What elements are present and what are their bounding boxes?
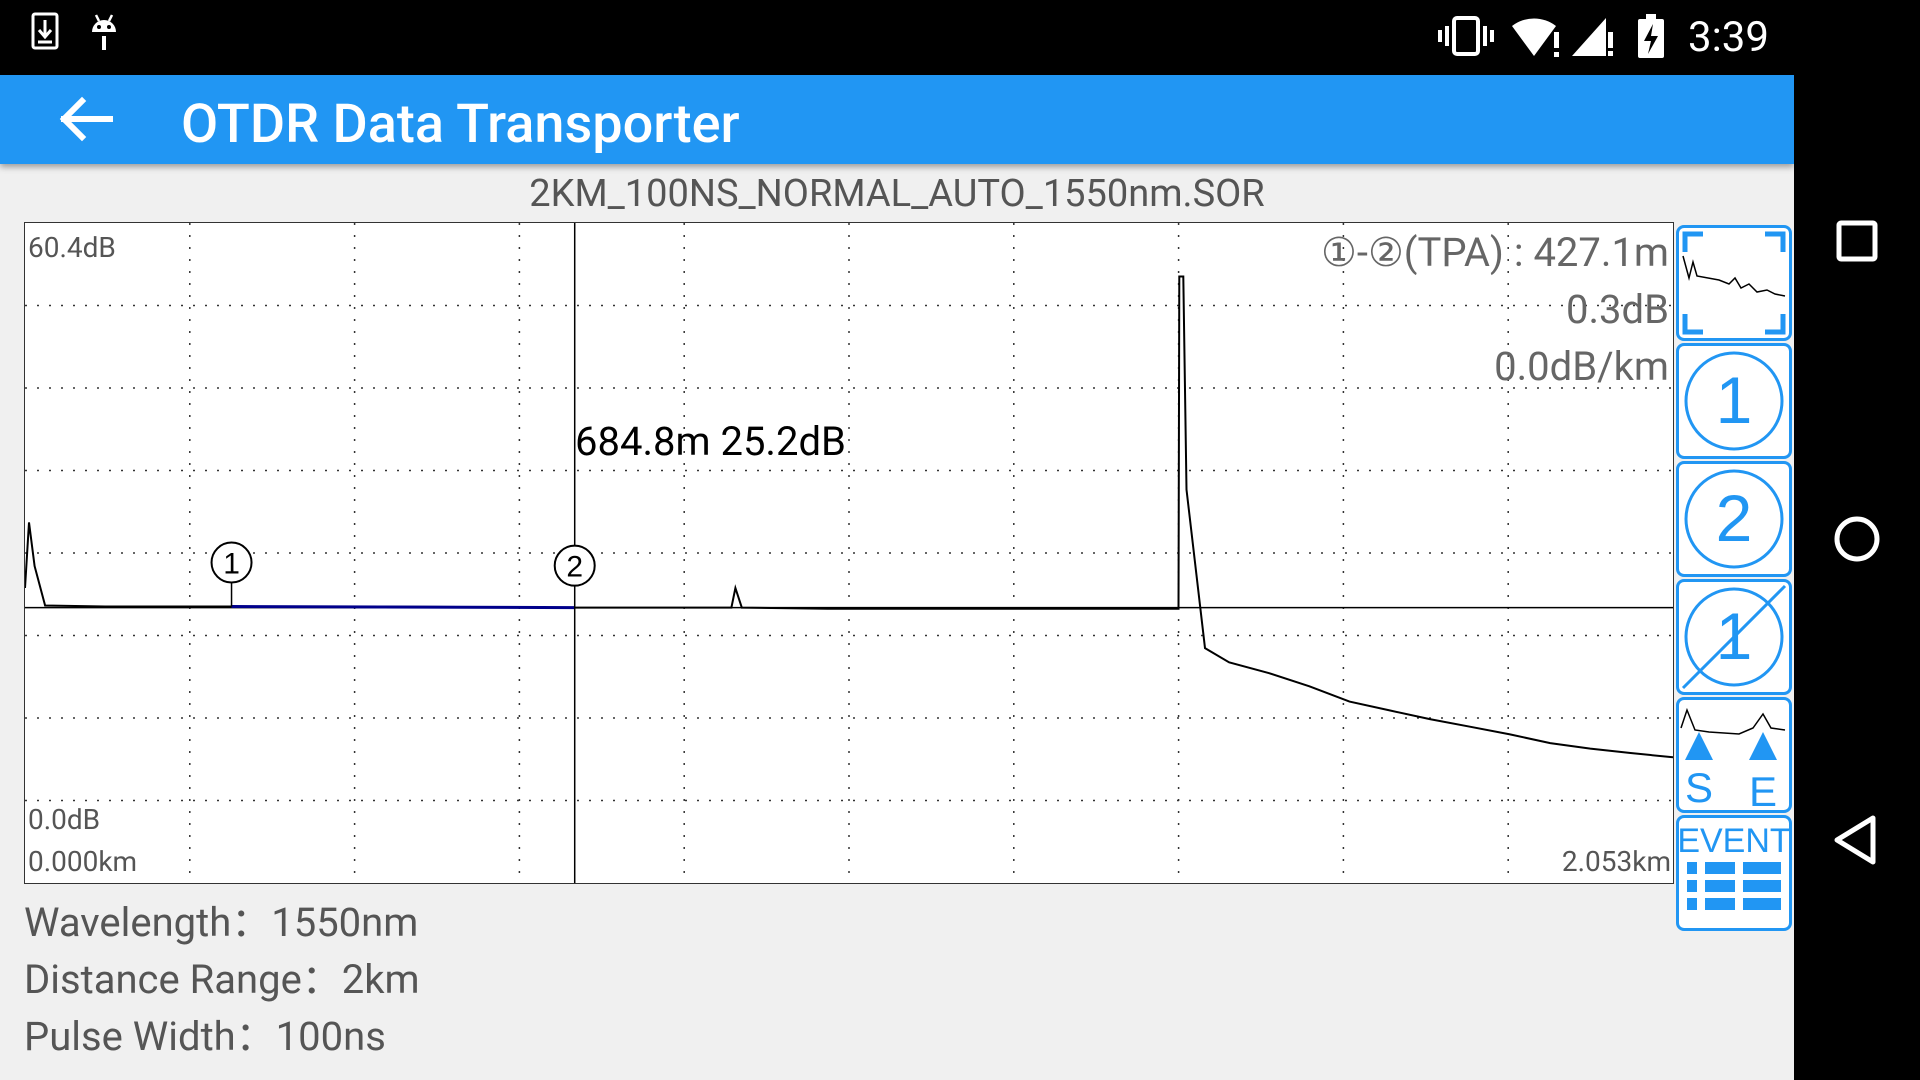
- vibrate-icon: [1438, 16, 1494, 60]
- marker-1-button[interactable]: 1: [1676, 343, 1792, 459]
- marker-1-icon: 1: [1684, 351, 1784, 451]
- app-screen: OTDR Data Transporter 2KM_100NS_NORMAL_A…: [0, 75, 1794, 1080]
- info-distance-range: Distance Range：2km: [24, 956, 420, 1003]
- status-bar: 3:39: [0, 0, 1920, 75]
- tpa-distance: ①-②(TPA) : 427.1m: [1321, 229, 1669, 276]
- chart-canvas: 1 2: [25, 223, 1673, 883]
- x-max-label: 2.053km: [1561, 845, 1671, 878]
- zoom-fit-button[interactable]: [1676, 225, 1792, 341]
- wifi-icon: [1510, 16, 1564, 62]
- event-list-button[interactable]: EVENT: [1676, 815, 1792, 931]
- event-list-icon: EVENT: [1679, 822, 1789, 910]
- clear-marker-button[interactable]: 1: [1676, 579, 1792, 695]
- marker-2-icon: 2: [1684, 469, 1784, 569]
- android-debug-icon: [88, 12, 120, 56]
- otdr-trace-chart[interactable]: 1 2 60.4dB 0.0dB 0.000km 2.053km 684.8m …: [24, 222, 1674, 884]
- download-icon: [31, 12, 59, 54]
- marker-2-label: 2: [566, 551, 583, 584]
- start-end-icon: S E: [1680, 707, 1786, 810]
- marker-2-button-label: 2: [1716, 481, 1753, 555]
- x-min-label: 0.000km: [28, 845, 138, 878]
- home-icon[interactable]: [1827, 509, 1887, 569]
- trace-line: [25, 275, 1673, 759]
- recents-icon[interactable]: [1827, 211, 1887, 271]
- chart-grid: [25, 223, 1673, 883]
- app-title: OTDR Data Transporter: [181, 93, 740, 156]
- start-end-button[interactable]: S E: [1676, 697, 1792, 813]
- tpa-loss: 0.3dB: [1566, 286, 1669, 333]
- file-name: 2KM_100NS_NORMAL_AUTO_1550nm.SOR: [529, 172, 1265, 216]
- marker-1-button-label: 1: [1716, 363, 1753, 437]
- cellular-signal-icon: [1570, 16, 1614, 62]
- info-pulse-width: Pulse Width：100ns: [24, 1013, 386, 1060]
- status-clock: 3:39: [1688, 13, 1769, 62]
- y-max-label: 60.4dB: [28, 231, 116, 264]
- event-label: EVENT: [1679, 822, 1789, 860]
- zoom-fit-trace-icon: [1682, 231, 1786, 335]
- info-wavelength: Wavelength：1550nm: [24, 899, 419, 946]
- battery-charging-icon: [1636, 12, 1666, 64]
- app-toolbar: OTDR Data Transporter: [0, 75, 1794, 164]
- back-icon[interactable]: [1827, 810, 1887, 870]
- marked-segment-line: [231, 605, 575, 610]
- arrow-back-icon[interactable]: [52, 89, 124, 151]
- clear-marker-icon: 1: [1681, 584, 1787, 690]
- marker-readout: 684.8m 25.2dB: [575, 418, 846, 465]
- marker-2-button[interactable]: 2: [1676, 461, 1792, 577]
- tpa-loss-per-km: 0.0dB/km: [1494, 343, 1669, 390]
- start-label: S: [1685, 764, 1713, 810]
- y-min-label: 0.0dB: [28, 803, 101, 836]
- marker-1-label: 1: [223, 548, 240, 581]
- end-label: E: [1749, 768, 1777, 810]
- navigation-bar: [1794, 0, 1920, 1080]
